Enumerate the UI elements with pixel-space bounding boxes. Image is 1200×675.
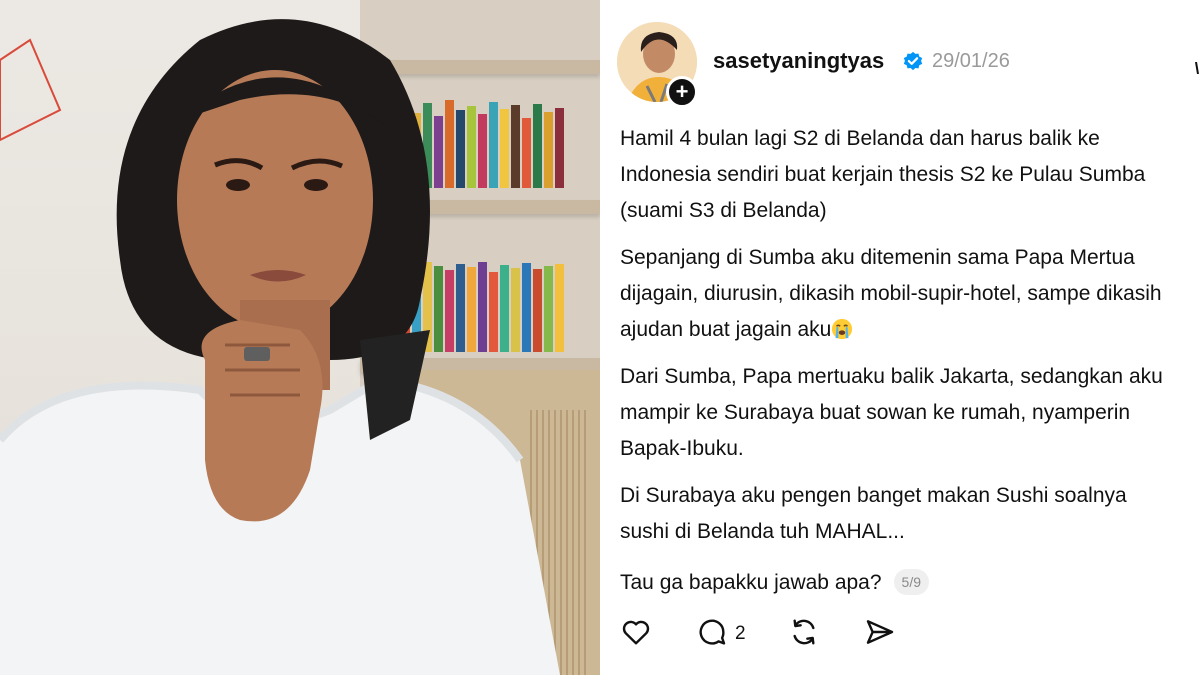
- text-line: Sepanjang di Sumba aku ditemenin sama Pa…: [620, 246, 1135, 269]
- threads-post: + sasetyaningtyas 29/01/26 Hamil 4 bulan…: [600, 0, 1200, 675]
- text-line: dijagain, diurusin, dikasih mobil-supir-…: [620, 282, 1162, 305]
- post-paragraph-4: Di Surabaya aku pengen banget makan Sush…: [620, 478, 1127, 550]
- loudly-crying-face-emoji: [832, 318, 853, 340]
- comment-bubble-icon[interactable]: [696, 616, 728, 648]
- text-line: (suami S3 di Belanda): [620, 199, 827, 222]
- text-line: ajudan buat jagain aku: [620, 312, 1162, 348]
- text-line: Indonesia sendiri buat kerjain thesis S2…: [620, 163, 1146, 186]
- post-date: 29/01/26: [932, 50, 1010, 72]
- heart-icon[interactable]: [620, 616, 652, 648]
- text-span: ajudan buat jagain aku: [620, 318, 832, 341]
- text-line: Tau ga bapakku jawab apa?: [620, 571, 882, 594]
- post-paragraph-2: Sepanjang di Sumba aku ditemenin sama Pa…: [620, 240, 1162, 348]
- text-line: sushi di Belanda tuh MAHAL...: [620, 520, 905, 543]
- follow-plus-icon[interactable]: +: [666, 76, 698, 108]
- post-last-line: Tau ga bapakku jawab apa? 5/9: [620, 565, 930, 601]
- username[interactable]: sasetyaningtyas: [713, 48, 884, 74]
- video-frame-photo: [0, 0, 600, 675]
- post-paragraph-3: Dari Sumba, Papa mertuaku balik Jakarta,…: [620, 359, 1163, 467]
- page-indicator-badge: 5/9: [893, 569, 930, 595]
- reply-count: 2: [735, 623, 746, 644]
- text-line: Hamil 4 bulan lagi S2 di Belanda dan har…: [620, 127, 1100, 150]
- post-paragraph-1: Hamil 4 bulan lagi S2 di Belanda dan har…: [620, 121, 1145, 229]
- text-line: mampir ke Surabaya buat sowan ke rumah, …: [620, 401, 1131, 424]
- more-options-icon[interactable]: [1192, 62, 1200, 74]
- text-line: Bapak-Ibuku.: [620, 437, 744, 460]
- repost-icon[interactable]: [788, 616, 820, 648]
- person-illustration: [0, 19, 560, 675]
- verified-badge-icon: [903, 51, 923, 71]
- text-line: Di Surabaya aku pengen banget makan Sush…: [620, 484, 1127, 507]
- send-icon[interactable]: [864, 616, 896, 648]
- text-line: Dari Sumba, Papa mertuaku balik Jakarta,…: [620, 365, 1163, 388]
